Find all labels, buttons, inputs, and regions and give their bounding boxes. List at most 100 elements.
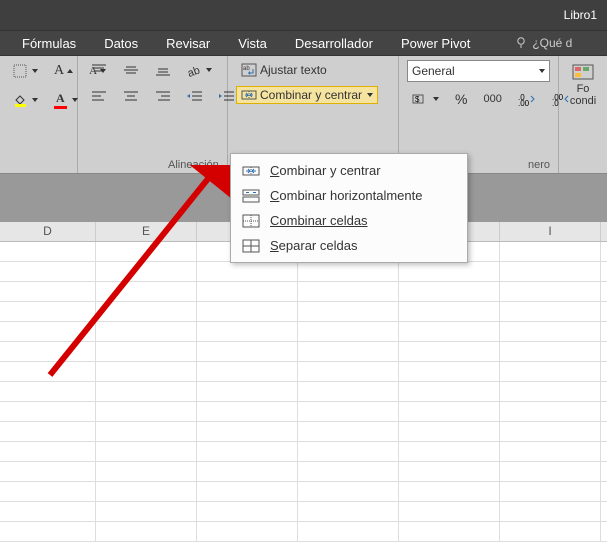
cell[interactable] — [500, 362, 601, 381]
cell[interactable] — [298, 502, 399, 521]
cell[interactable] — [197, 262, 298, 281]
cell[interactable] — [0, 462, 96, 481]
cell[interactable] — [197, 342, 298, 361]
cell[interactable] — [298, 322, 399, 341]
cell[interactable] — [399, 442, 500, 461]
cell[interactable] — [96, 382, 197, 401]
cell[interactable] — [96, 442, 197, 461]
cell[interactable] — [500, 322, 601, 341]
menu-merge-across[interactable]: Combinar horizontalmente — [232, 183, 466, 208]
cell[interactable] — [197, 502, 298, 521]
tab-view[interactable]: Vista — [238, 36, 267, 51]
align-left-button[interactable] — [86, 86, 112, 106]
cell[interactable] — [96, 502, 197, 521]
tell-me[interactable]: ¿Qué d — [514, 36, 572, 50]
conditional-format-button[interactable]: Fo condi — [565, 60, 601, 110]
cell[interactable] — [500, 242, 601, 261]
cell[interactable] — [298, 402, 399, 421]
cell[interactable] — [298, 422, 399, 441]
cell[interactable] — [0, 482, 96, 501]
cell[interactable] — [96, 402, 197, 421]
cell[interactable] — [197, 302, 298, 321]
cell[interactable] — [500, 382, 601, 401]
cell[interactable] — [298, 522, 399, 541]
percent-button[interactable]: % — [450, 88, 472, 110]
cell[interactable] — [197, 482, 298, 501]
cell[interactable] — [96, 462, 197, 481]
cell[interactable] — [298, 302, 399, 321]
cell[interactable] — [500, 502, 601, 521]
cell[interactable] — [500, 282, 601, 301]
align-top-button[interactable] — [86, 60, 112, 80]
align-center-button[interactable] — [118, 86, 144, 106]
cell[interactable] — [399, 502, 500, 521]
cell[interactable] — [197, 402, 298, 421]
cell[interactable] — [399, 382, 500, 401]
cell[interactable] — [96, 342, 197, 361]
cell[interactable] — [399, 522, 500, 541]
cell[interactable] — [197, 322, 298, 341]
cell[interactable] — [96, 422, 197, 441]
cell[interactable] — [0, 342, 96, 361]
cell[interactable] — [298, 482, 399, 501]
tab-developer[interactable]: Desarrollador — [295, 36, 373, 51]
cell[interactable] — [500, 342, 601, 361]
cell[interactable] — [298, 382, 399, 401]
number-format-select[interactable]: General — [407, 60, 550, 82]
cell[interactable] — [500, 402, 601, 421]
cell[interactable] — [298, 282, 399, 301]
merge-center-button[interactable]: Combinar y centrar — [236, 86, 378, 104]
increase-decimal-button[interactable]: .0.00 — [513, 89, 541, 109]
accounting-format-button[interactable]: $ — [407, 89, 444, 109]
orientation-button[interactable]: ab — [182, 60, 217, 80]
cell[interactable] — [0, 242, 96, 261]
menu-unmerge-cells[interactable]: Separar celdas — [232, 233, 466, 258]
cell[interactable] — [500, 462, 601, 481]
cell[interactable] — [399, 262, 500, 281]
fill-color-button[interactable] — [8, 90, 43, 110]
decrease-indent-button[interactable] — [182, 86, 208, 106]
align-right-button[interactable] — [150, 86, 176, 106]
cell[interactable] — [399, 342, 500, 361]
cell[interactable] — [96, 522, 197, 541]
cell[interactable] — [0, 442, 96, 461]
menu-merge-center[interactable]: Combinar y centrar — [232, 158, 466, 183]
cell[interactable] — [500, 442, 601, 461]
spreadsheet-grid[interactable] — [0, 242, 607, 542]
cell[interactable] — [96, 302, 197, 321]
cell[interactable] — [96, 322, 197, 341]
tab-formulas[interactable]: Fórmulas — [22, 36, 76, 51]
align-middle-button[interactable] — [118, 60, 144, 80]
menu-merge-cells[interactable]: Combinar celdas — [232, 208, 466, 233]
cell[interactable] — [96, 482, 197, 501]
cell[interactable] — [399, 422, 500, 441]
cell[interactable] — [197, 382, 298, 401]
cell[interactable] — [197, 442, 298, 461]
cell[interactable] — [399, 482, 500, 501]
cell[interactable] — [298, 342, 399, 361]
cell[interactable] — [298, 462, 399, 481]
cell[interactable] — [298, 362, 399, 381]
col-header-d[interactable]: D — [0, 222, 96, 241]
cell[interactable] — [0, 262, 96, 281]
cell[interactable] — [298, 442, 399, 461]
cell[interactable] — [500, 482, 601, 501]
cell[interactable] — [0, 282, 96, 301]
cell[interactable] — [96, 362, 197, 381]
cell[interactable] — [96, 282, 197, 301]
cell[interactable] — [0, 522, 96, 541]
cell[interactable] — [399, 322, 500, 341]
cell[interactable] — [0, 362, 96, 381]
cell[interactable] — [399, 282, 500, 301]
cell[interactable] — [399, 362, 500, 381]
cell[interactable] — [0, 502, 96, 521]
tab-review[interactable]: Revisar — [166, 36, 210, 51]
cell[interactable] — [500, 422, 601, 441]
cell[interactable] — [197, 422, 298, 441]
cell[interactable] — [197, 522, 298, 541]
cell[interactable] — [0, 302, 96, 321]
cell[interactable] — [399, 462, 500, 481]
cell[interactable] — [197, 282, 298, 301]
cell[interactable] — [399, 402, 500, 421]
cell[interactable] — [500, 262, 601, 281]
